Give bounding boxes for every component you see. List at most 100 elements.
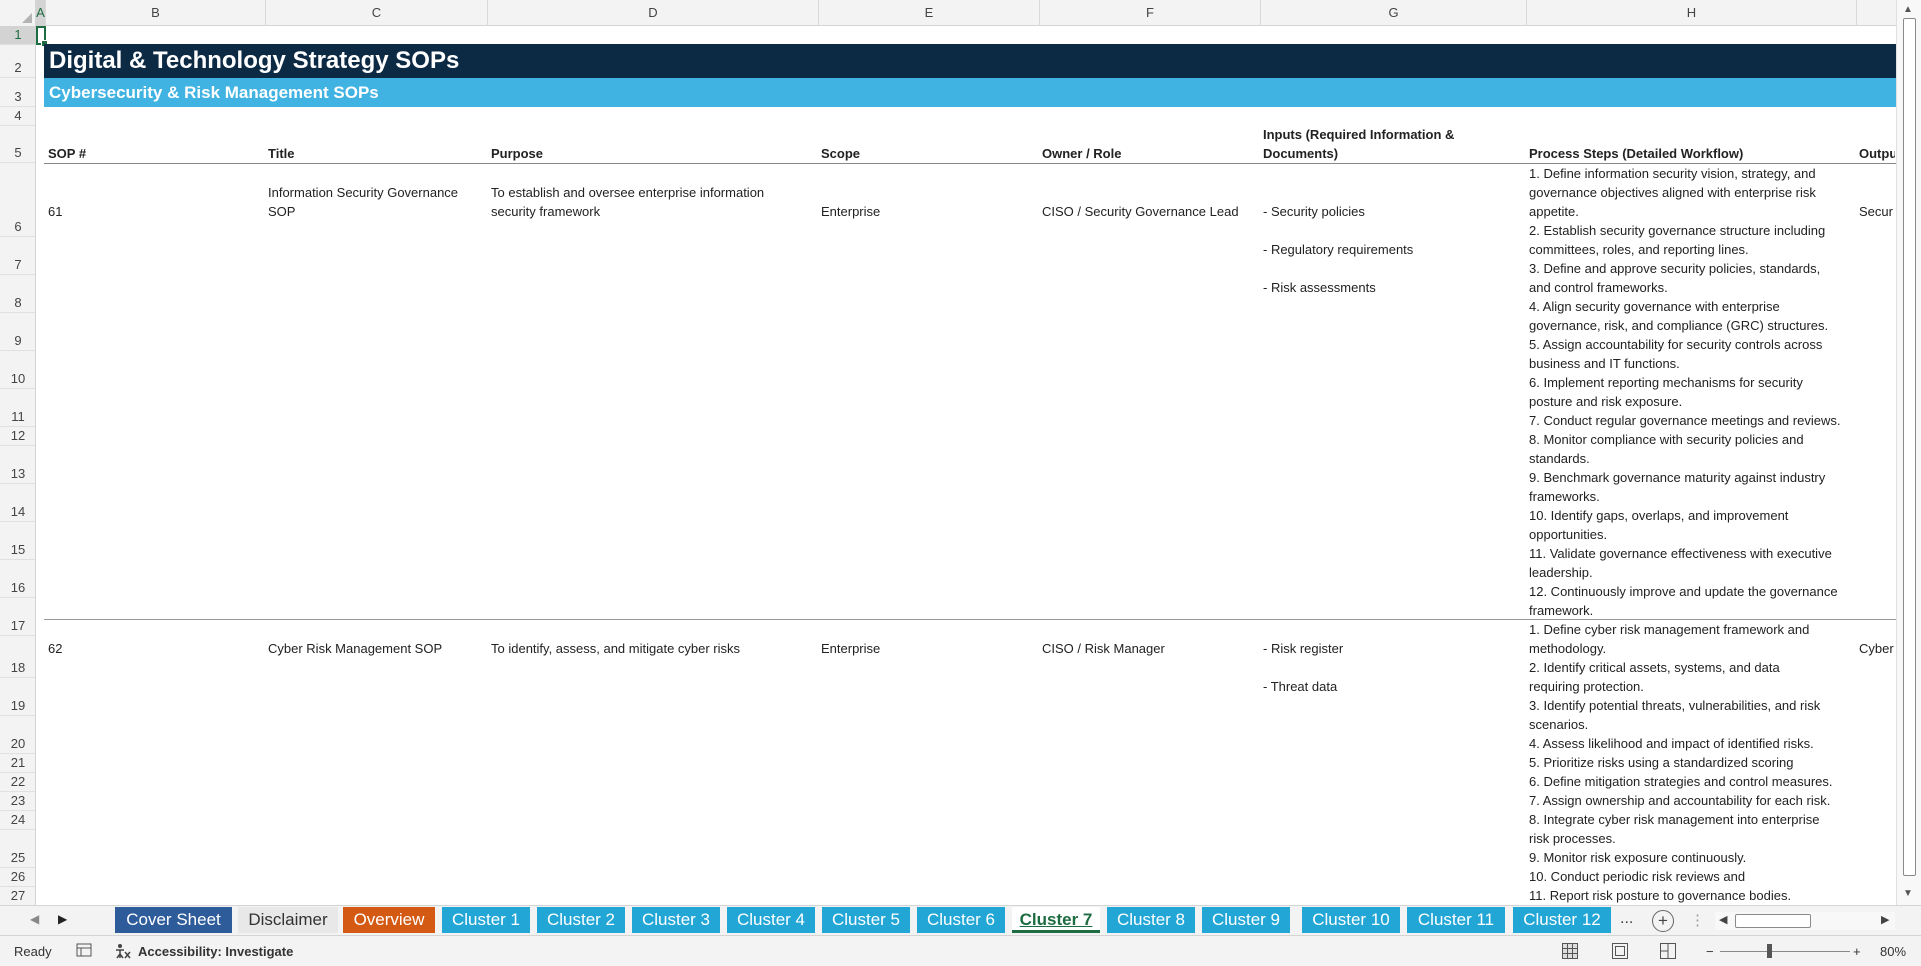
zoom-level[interactable]: 80% xyxy=(1880,944,1906,959)
process-steps-cell[interactable]: 1. Define cyber risk management framewor… xyxy=(1529,620,1861,905)
row-header[interactable]: 1 xyxy=(0,26,35,45)
scope-cell[interactable]: Enterprise xyxy=(821,202,880,221)
accessibility-icon[interactable] xyxy=(114,942,132,963)
header-purpose[interactable]: Purpose xyxy=(491,144,543,163)
active-cell-a1[interactable] xyxy=(36,26,48,47)
column-header-e[interactable]: E xyxy=(819,0,1040,26)
purpose-cell[interactable]: To establish and oversee enterprise info… xyxy=(491,183,817,221)
sheet-tab-overview[interactable]: Overview xyxy=(343,907,435,933)
sheet-tab-cluster-12[interactable]: Cluster 12 xyxy=(1513,907,1611,933)
row-header[interactable]: 26 xyxy=(0,868,35,887)
vertical-scrollbar[interactable]: ▲ ▼ xyxy=(1896,0,1921,905)
row-header[interactable]: 18 xyxy=(0,636,35,678)
row-header[interactable]: 27 xyxy=(0,887,35,905)
title-cell[interactable]: Cyber Risk Management SOP xyxy=(268,639,484,658)
splitter-icon[interactable]: ⋮ xyxy=(1690,911,1705,929)
header-scope[interactable]: Scope xyxy=(821,144,860,163)
sheet-tab-cluster-2[interactable]: Cluster 2 xyxy=(537,907,625,933)
title-cell[interactable]: Information Security Governance SOP xyxy=(268,183,484,221)
zoom-slider-handle[interactable] xyxy=(1767,944,1772,958)
row-header[interactable]: 3 xyxy=(0,78,35,107)
scope-cell[interactable]: Enterprise xyxy=(821,639,880,658)
row-header[interactable]: 22 xyxy=(0,773,35,792)
inputs-cell[interactable]: - Risk register - Threat data xyxy=(1263,639,1343,715)
row-header[interactable]: 7 xyxy=(0,237,35,275)
row-header[interactable]: 4 xyxy=(0,107,35,126)
zoom-out-button[interactable]: − xyxy=(1706,944,1714,959)
row-header[interactable]: 21 xyxy=(0,754,35,773)
accessibility-status[interactable]: Accessibility: Investigate xyxy=(138,944,293,959)
scroll-down-icon[interactable]: ▼ xyxy=(1903,888,1913,899)
sop-number-cell[interactable]: 62 xyxy=(48,639,62,658)
column-header-i[interactable] xyxy=(1857,0,1896,26)
row-header[interactable]: 17 xyxy=(0,598,35,636)
sheet-tab-cluster-4[interactable]: Cluster 4 xyxy=(727,907,815,933)
purpose-cell[interactable]: To identify, assess, and mitigate cyber … xyxy=(491,639,817,658)
sheet-tab-cluster-3[interactable]: Cluster 3 xyxy=(632,907,720,933)
more-tabs-icon[interactable]: ... xyxy=(1620,910,1633,928)
zoom-slider[interactable] xyxy=(1720,951,1850,952)
row-header[interactable]: 25 xyxy=(0,830,35,868)
sheet-tab-cluster-7[interactable]: Cluster 7 xyxy=(1012,907,1100,933)
scroll-right-icon[interactable]: ▶ xyxy=(1881,913,1889,926)
row-header[interactable]: 24 xyxy=(0,811,35,830)
column-header-g[interactable]: G xyxy=(1261,0,1527,26)
row-header[interactable]: 13 xyxy=(0,446,35,484)
select-all-corner[interactable] xyxy=(0,0,36,26)
row-header[interactable]: 6 xyxy=(0,163,35,237)
sheet-tab-cluster-10[interactable]: Cluster 10 xyxy=(1302,907,1400,933)
outputs-cell[interactable]: Cyber xyxy=(1859,639,1895,658)
tab-scroll-left-icon[interactable]: ◀ xyxy=(30,912,39,926)
page-break-preview-icon[interactable] xyxy=(1660,943,1676,962)
row-header[interactable]: 16 xyxy=(0,560,35,598)
row-header[interactable]: 2 xyxy=(0,45,35,78)
row-header[interactable]: 15 xyxy=(0,522,35,560)
header-title[interactable]: Title xyxy=(268,144,295,163)
header-outputs[interactable]: Outpu xyxy=(1859,144,1895,163)
scroll-left-icon[interactable]: ◀ xyxy=(1719,913,1727,926)
header-inputs[interactable]: Inputs (Required Information & Documents… xyxy=(1263,125,1525,163)
sheet-tab-disclaimer[interactable]: Disclaimer xyxy=(238,907,338,933)
inputs-cell[interactable]: - Security policies - Regulatory require… xyxy=(1263,202,1413,316)
sheet-tab-cluster-1[interactable]: Cluster 1 xyxy=(442,907,530,933)
column-header-d[interactable]: D xyxy=(488,0,819,26)
sheet-tab-cluster-6[interactable]: Cluster 6 xyxy=(917,907,1005,933)
column-header-f[interactable]: F xyxy=(1040,0,1261,26)
row-header[interactable]: 20 xyxy=(0,716,35,754)
sheet-tab-cluster-8[interactable]: Cluster 8 xyxy=(1107,907,1195,933)
row-header[interactable]: 9 xyxy=(0,313,35,351)
horizontal-scrollbar[interactable]: ◀ ▶ xyxy=(1715,912,1895,930)
macro-recording-icon[interactable] xyxy=(76,942,92,961)
header-owner-role[interactable]: Owner / Role xyxy=(1042,144,1121,163)
row-header[interactable]: 5 xyxy=(0,126,35,163)
horizontal-scroll-thumb[interactable] xyxy=(1735,914,1811,928)
sheet-tab-cluster-5[interactable]: Cluster 5 xyxy=(822,907,910,933)
sop-number-cell[interactable]: 61 xyxy=(48,202,62,221)
column-header-c[interactable]: C xyxy=(266,0,488,26)
process-steps-cell[interactable]: 1. Define information security vision, s… xyxy=(1529,164,1861,620)
column-header-h[interactable]: H xyxy=(1527,0,1857,26)
zoom-in-button[interactable]: + xyxy=(1853,944,1861,959)
column-header-b[interactable]: B xyxy=(46,0,266,26)
tab-scroll-right-icon[interactable]: ▶ xyxy=(58,912,67,926)
normal-view-icon[interactable] xyxy=(1562,943,1578,962)
vertical-scroll-thumb[interactable] xyxy=(1903,18,1916,876)
sheet-tab-cluster-11[interactable]: Cluster 11 xyxy=(1407,907,1505,933)
worksheet-grid[interactable]: Digital & Technology Strategy SOPs Cyber… xyxy=(36,26,1896,905)
row-header[interactable]: 23 xyxy=(0,792,35,811)
outputs-cell[interactable]: Secur xyxy=(1859,202,1895,221)
row-header[interactable]: 12 xyxy=(0,427,35,446)
row-header[interactable]: 8 xyxy=(0,275,35,313)
sheet-tab-cover-sheet[interactable]: Cover Sheet xyxy=(115,907,232,933)
page-layout-icon[interactable] xyxy=(1612,943,1628,962)
add-sheet-button[interactable]: + xyxy=(1652,910,1674,932)
row-header[interactable]: 11 xyxy=(0,389,35,427)
owner-role-cell[interactable]: CISO / Security Governance Lead xyxy=(1042,202,1239,221)
row-header[interactable]: 19 xyxy=(0,678,35,716)
owner-role-cell[interactable]: CISO / Risk Manager xyxy=(1042,639,1165,658)
scroll-up-icon[interactable]: ▲ xyxy=(1903,4,1913,15)
column-header-a[interactable]: A xyxy=(36,0,46,26)
row-header[interactable]: 14 xyxy=(0,484,35,522)
sheet-tab-cluster-9[interactable]: Cluster 9 xyxy=(1202,907,1290,933)
row-header[interactable]: 10 xyxy=(0,351,35,389)
